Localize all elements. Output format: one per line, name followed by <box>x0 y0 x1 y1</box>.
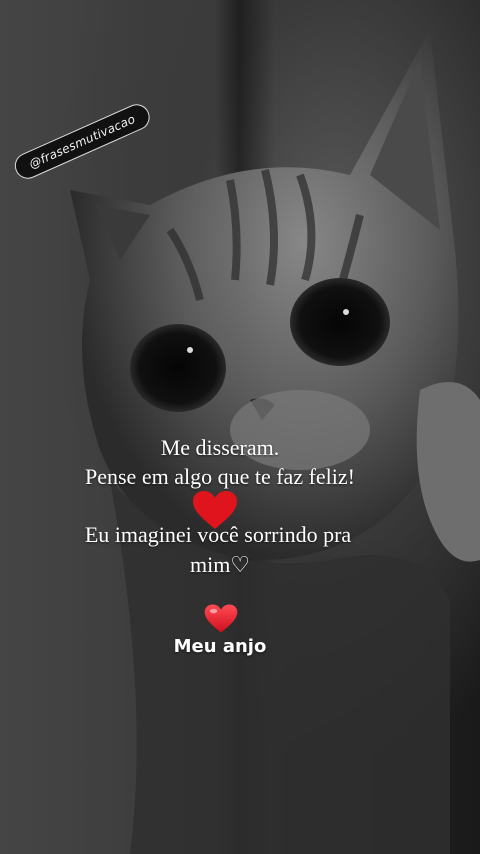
message-line-1: Me disseram. <box>160 435 280 460</box>
message-line-3: Eu imaginei você sorrindo pra <box>84 522 352 547</box>
message-line-2: Pense em algo que te faz feliz! <box>85 464 355 489</box>
red-heart-emoji-icon <box>204 603 238 634</box>
kitten-photo <box>70 30 480 854</box>
caption-meu-anjo: Meu anjo <box>173 636 267 657</box>
message-line-4: mim♡ <box>189 552 251 577</box>
